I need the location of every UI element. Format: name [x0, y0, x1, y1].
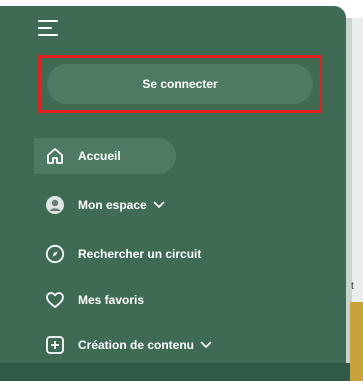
plus-square-icon: [44, 334, 66, 356]
nav-item-label: Mon espace: [78, 198, 147, 212]
home-icon: [44, 145, 66, 167]
background-page-edge: t: [346, 18, 363, 381]
nav-item-creation-de-contenu[interactable]: Création de contenu: [34, 327, 212, 363]
nav-item-label: Accueil: [78, 149, 121, 163]
heart-icon: [44, 289, 66, 311]
nav-item-label: Mes favoris: [78, 293, 145, 307]
nav-item-accueil[interactable]: Accueil: [34, 138, 176, 174]
hamburger-menu-icon[interactable]: [38, 18, 58, 36]
nav-item-label: Rechercher un circuit: [78, 247, 202, 261]
nav-item-mon-espace[interactable]: Mon espace: [34, 187, 165, 223]
compass-icon: [44, 243, 66, 265]
login-button[interactable]: Se connecter: [47, 64, 313, 104]
nav-item-mes-favoris[interactable]: Mes favoris: [34, 282, 144, 318]
user-avatar-icon: [44, 194, 66, 216]
chevron-down-icon: [200, 341, 212, 349]
chevron-down-icon: [153, 201, 165, 209]
background-yellow-block: [350, 302, 363, 381]
background-text: t: [351, 281, 354, 292]
login-button-label: Se connecter: [142, 77, 218, 91]
nav-item-rechercher-un-circuit[interactable]: Rechercher un circuit: [34, 236, 201, 272]
nav-item-label: Création de contenu: [78, 338, 195, 352]
